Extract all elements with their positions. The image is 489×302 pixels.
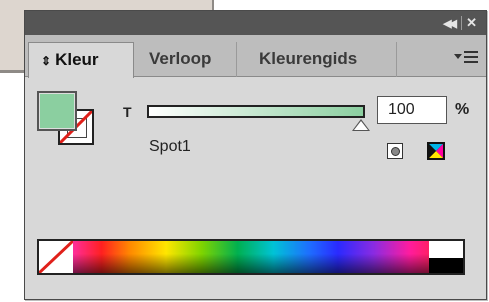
close-icon[interactable]: ✕ (466, 15, 477, 31)
panel-titlebar[interactable]: ◀◀ ✕ (25, 11, 486, 35)
percent-label: % (455, 101, 470, 118)
tab-kleurengids[interactable]: Kleurengids (247, 42, 397, 77)
cmyk-icon[interactable] (427, 142, 445, 160)
panel-menu-icon[interactable] (454, 49, 480, 67)
tint-slider-thumb[interactable] (354, 121, 368, 130)
none-color-swatch[interactable] (39, 241, 75, 273)
fill-swatch[interactable] (37, 91, 77, 131)
none-slash-icon (39, 241, 75, 273)
tint-value-input[interactable]: 100 (377, 96, 447, 124)
tab-label: Kleur (55, 50, 99, 69)
tab-label: Kleurengids (259, 49, 358, 68)
tab-kleur[interactable]: ⇕ Kleur (28, 42, 134, 78)
color-panel: ◀◀ ✕ ⇕ Kleur Verloop Kleurengids T 100 % … (24, 10, 487, 300)
spectrum-gradient[interactable] (73, 241, 431, 273)
tab-verloop[interactable]: Verloop (137, 42, 237, 77)
spot-color-icon[interactable] (387, 143, 403, 159)
swatch-name: Spot1 (149, 138, 191, 155)
tab-label: Verloop (149, 49, 212, 68)
titlebar-divider (461, 16, 462, 30)
tint-label: T (123, 104, 132, 120)
white-swatch[interactable] (429, 241, 463, 258)
black-swatch[interactable] (429, 258, 463, 273)
tab-options-icon[interactable]: ⇕ (41, 54, 51, 68)
color-spectrum[interactable] (37, 239, 465, 275)
collapse-icon[interactable]: ◀◀ (443, 16, 457, 32)
tab-strip: ⇕ Kleur Verloop Kleurengids (25, 35, 486, 78)
tint-slider[interactable] (147, 105, 365, 118)
